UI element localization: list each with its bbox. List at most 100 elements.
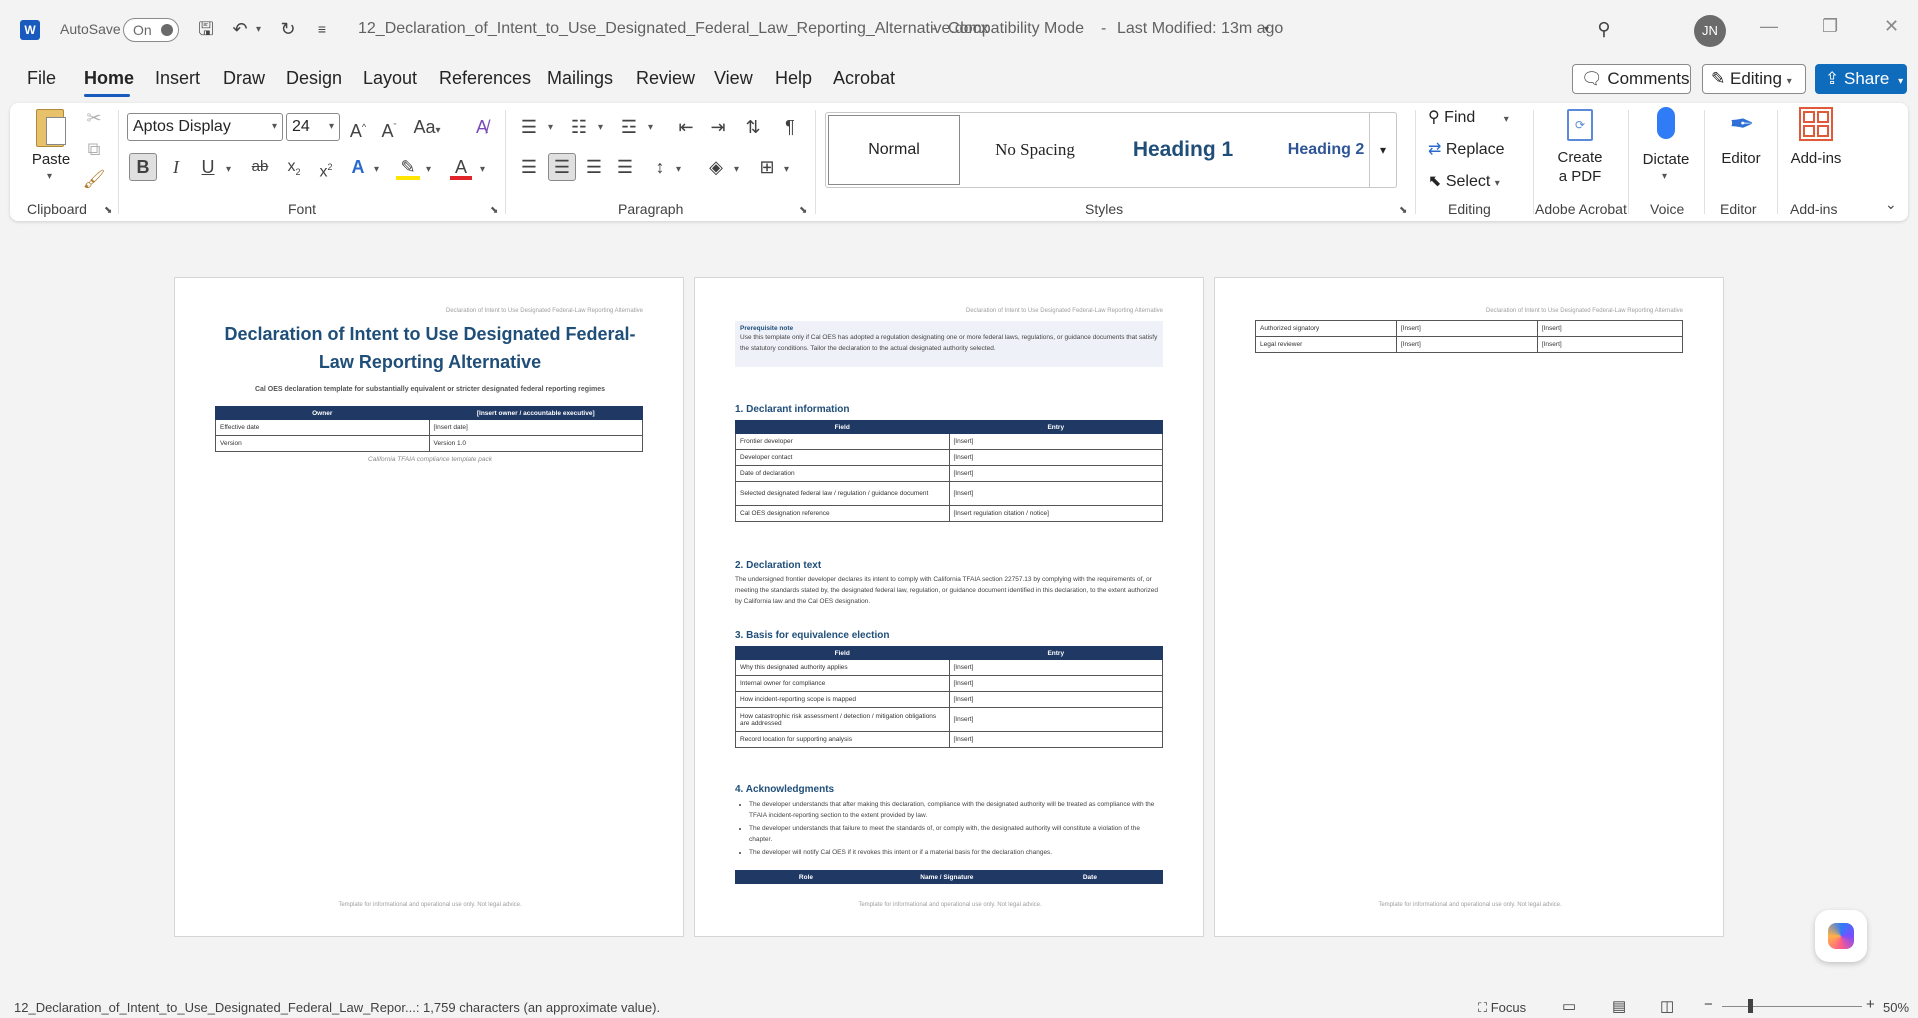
table-cell[interactable]: [Insert] (1395, 320, 1538, 337)
focus-button[interactable]: ⛶ Focus (1478, 1000, 1526, 1016)
restore-icon[interactable]: ❐ (1822, 16, 1838, 37)
tab-review[interactable]: Review (636, 68, 695, 89)
tab-view[interactable]: View (714, 68, 753, 89)
table-cell[interactable]: [Insert date] (428, 419, 643, 436)
tab-file[interactable]: File (27, 68, 56, 89)
highlight-icon[interactable]: ✎ (396, 154, 420, 180)
change-case-icon[interactable]: Aa▾ (412, 114, 442, 144)
avatar[interactable]: JN (1694, 15, 1726, 47)
table-cell[interactable]: Version 1.0 (428, 435, 643, 452)
last-modified[interactable]: Last Modified: 13m ago (1117, 20, 1283, 38)
document-page-1[interactable]: Declaration of Intent to Use Designated … (174, 277, 684, 937)
editor-button[interactable]: ✒ Editor (1713, 105, 1769, 189)
zoom-slider[interactable] (1722, 1006, 1862, 1007)
table-cell[interactable]: Internal owner for compliance (735, 675, 950, 692)
table-cell[interactable]: Version (215, 435, 430, 452)
borders-icon[interactable]: ⊞ (755, 154, 779, 180)
numbering-dropdown-icon[interactable]: ▾ (598, 122, 603, 133)
font-color-icon[interactable]: A (450, 154, 472, 180)
subscript-button[interactable]: x2 (282, 154, 306, 185)
table-cell[interactable]: [Insert] (948, 707, 1163, 732)
strikethrough-button[interactable]: ab (248, 154, 272, 180)
table-cell[interactable]: [Insert] (948, 449, 1163, 466)
minimize-icon[interactable]: — (1760, 16, 1778, 37)
save-icon[interactable]: 🖫 (194, 16, 218, 42)
replace-button[interactable]: ⇄ Replace (1428, 139, 1505, 163)
text-effects-icon[interactable]: A (346, 154, 370, 180)
table-cell[interactable]: Authorized signatory (1255, 320, 1397, 337)
format-painter-icon[interactable]: 🖌 (82, 166, 106, 192)
shading-dropdown-icon[interactable]: ▾ (734, 164, 739, 175)
select-button[interactable]: ⬉ Select ▾ (1428, 171, 1500, 195)
web-layout-icon[interactable]: ◫ (1660, 997, 1674, 1015)
bold-button[interactable]: B (129, 153, 157, 181)
table-cell[interactable]: Effective date (215, 419, 430, 436)
tab-draw[interactable]: Draw (223, 68, 265, 89)
italic-button[interactable]: I (164, 154, 188, 180)
close-icon[interactable]: ✕ (1884, 16, 1899, 37)
tab-mailings[interactable]: Mailings (547, 68, 613, 89)
comments-button[interactable]: 🗨 Comments (1572, 64, 1691, 94)
underline-dropdown-icon[interactable]: ▾ (226, 164, 231, 175)
shading-icon[interactable]: ◈ (704, 154, 728, 180)
read-mode-icon[interactable]: ▭ (1562, 997, 1576, 1015)
undo-dropdown-icon[interactable]: ▾ (256, 24, 261, 35)
font-size-field[interactable]: 24 ▾ (286, 113, 340, 141)
align-left-icon[interactable]: ☰ (517, 154, 541, 180)
last-modified-chevron-icon[interactable]: ▾ (1264, 24, 1269, 35)
line-spacing-icon[interactable]: ↕ (648, 154, 672, 180)
style-normal[interactable]: Normal (828, 115, 960, 185)
table-cell[interactable]: Legal reviewer (1255, 336, 1397, 353)
dictate-button[interactable]: Dictate ▾ (1637, 105, 1695, 189)
multilevel-dropdown-icon[interactable]: ▾ (648, 122, 653, 133)
table-cell[interactable]: [Insert] (1536, 336, 1684, 353)
clipboard-launcher-icon[interactable]: ⬊ (104, 205, 112, 216)
style-heading-1[interactable]: Heading 1 (1112, 113, 1254, 187)
highlight-dropdown-icon[interactable]: ▾ (426, 164, 431, 175)
redo-icon[interactable]: ↻ (276, 16, 300, 42)
numbering-icon[interactable]: ☷ (567, 114, 591, 140)
tab-layout[interactable]: Layout (363, 68, 417, 89)
table-cell[interactable]: Cal OES designation reference (735, 505, 950, 522)
font-launcher-icon[interactable]: ⬊ (490, 205, 498, 216)
multilevel-list-icon[interactable]: ☲ (617, 114, 641, 140)
font-name-field[interactable]: Aptos Display ▾ (127, 113, 283, 141)
table-cell[interactable]: [Insert] (1395, 336, 1538, 353)
styles-launcher-icon[interactable]: ⬊ (1399, 205, 1407, 216)
cut-icon[interactable]: ✂ (82, 105, 106, 131)
table-cell[interactable]: [Insert regulation citation / notice] (948, 505, 1163, 522)
bullets-dropdown-icon[interactable]: ▾ (548, 122, 553, 133)
create-pdf-button[interactable]: ⟳ Create a PDF (1545, 107, 1615, 191)
text-effects-dropdown-icon[interactable]: ▾ (374, 164, 379, 175)
table-cell[interactable]: [Insert] (948, 731, 1163, 748)
superscript-button[interactable]: x2 (314, 154, 338, 185)
paste-button[interactable]: Paste ▾ (30, 107, 72, 187)
table-cell[interactable]: [Insert] (948, 481, 1163, 506)
table-cell[interactable]: [Insert] (948, 659, 1163, 676)
paragraph-launcher-icon[interactable]: ⬊ (799, 205, 807, 216)
find-button[interactable]: ⚲ Find ▾ (1428, 107, 1509, 131)
increase-indent-icon[interactable]: ⇥ (706, 114, 730, 140)
table-cell[interactable]: How catastrophic risk assessment / detec… (735, 707, 950, 732)
table-cell[interactable]: Why this designated authority applies (735, 659, 950, 676)
copilot-button[interactable] (1815, 910, 1867, 962)
underline-button[interactable]: U (196, 154, 220, 180)
table-cell[interactable]: Frontier developer (735, 433, 950, 450)
clear-formatting-icon[interactable]: A̸ (470, 114, 494, 140)
bullets-icon[interactable]: ☰ (517, 114, 541, 140)
search-icon[interactable]: ⚲ (1592, 16, 1616, 42)
tab-insert[interactable]: Insert (155, 68, 200, 89)
print-layout-icon[interactable]: ▤ (1612, 997, 1626, 1015)
ribbon-collapse-icon[interactable]: ⌄ (1885, 196, 1897, 213)
line-spacing-dropdown-icon[interactable]: ▾ (676, 164, 681, 175)
grow-font-icon[interactable]: A^ (346, 114, 370, 144)
table-cell[interactable]: Developer contact (735, 449, 950, 466)
undo-icon[interactable]: ↶ (228, 16, 252, 42)
document-statistics[interactable]: 12_Declaration_of_Intent_to_Use_Designat… (14, 1000, 660, 1015)
zoom-level[interactable]: 50% (1883, 1000, 1909, 1015)
table-cell[interactable]: How incident-reporting scope is mapped (735, 691, 950, 708)
add-ins-button[interactable]: Add-ins (1785, 105, 1847, 189)
table-cell[interactable]: Selected designated federal law / regula… (735, 481, 950, 506)
tab-references[interactable]: References (439, 68, 531, 89)
decrease-indent-icon[interactable]: ⇤ (674, 114, 698, 140)
